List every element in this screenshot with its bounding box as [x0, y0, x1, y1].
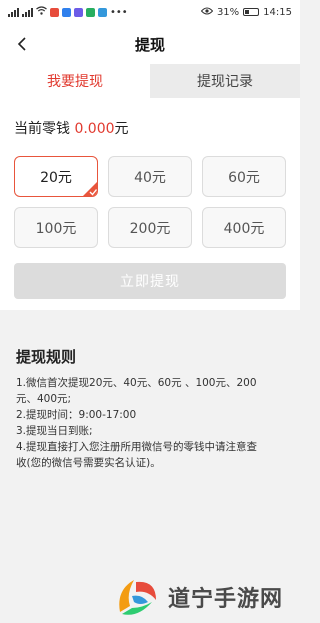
amount-label: 20元 [40, 169, 72, 186]
rule-line: 3.提现当日到账; [16, 425, 93, 437]
status-time: 14:15 [263, 6, 292, 18]
amount-option-400[interactable]: 400元 [202, 207, 286, 248]
status-right: 31% 14:15 [200, 6, 292, 18]
app-notification-icon [98, 7, 107, 17]
amount-label: 100元 [35, 220, 77, 237]
amount-option-60[interactable]: 60元 [202, 156, 286, 197]
amount-option-100[interactable]: 100元 [14, 207, 98, 248]
rule-line: 4.提现直接打入您注册所用微信号的零钱中请注意查 [16, 441, 258, 453]
tab-bar: 我要提现 提现记录 [0, 64, 300, 98]
more-dots-icon: ••• [110, 6, 128, 18]
amount-option-200[interactable]: 200元 [108, 207, 192, 248]
amount-label: 60元 [228, 169, 260, 186]
wifi-icon [36, 6, 47, 18]
balance-unit: 元 [114, 121, 129, 137]
selected-check-icon [82, 181, 97, 196]
balance-row: 当前零钱 0.000元 [14, 118, 129, 138]
amount-label: 40元 [134, 169, 166, 186]
battery-percent: 31% [216, 6, 240, 18]
rule-line: 2.提现时间：9:00-17:00 [16, 409, 137, 421]
status-left: ••• [8, 6, 128, 18]
battery-icon [243, 8, 260, 16]
rules-title: 提现规则 [16, 348, 77, 366]
amount-option-40[interactable]: 40元 [108, 156, 192, 197]
balance-label: 当前零钱 [14, 121, 70, 137]
watermark-logo-icon [112, 572, 162, 622]
signal-icon-2 [22, 7, 33, 17]
amount-label: 200元 [129, 220, 171, 237]
signal-icon [8, 7, 19, 17]
app-notification-icon [62, 7, 71, 17]
withdraw-now-button[interactable]: 立即提现 [14, 263, 286, 299]
balance-value: 0.000 [74, 121, 115, 137]
rule-line: 元、400元; [16, 393, 72, 405]
amount-option-20[interactable]: 20元 [14, 156, 98, 197]
amount-label: 400元 [223, 220, 265, 237]
app-notification-icon [74, 7, 83, 17]
app-notification-icon [86, 7, 95, 17]
tab-withdraw[interactable]: 我要提现 [0, 64, 150, 98]
rule-line: 1.微信首次提现20元、40元、60元 、100元、200 [16, 377, 257, 389]
watermark-text: 道宁手游网 [168, 587, 284, 612]
app-notification-icon [50, 7, 59, 17]
header: 提现 [0, 24, 300, 64]
back-arrow-icon[interactable] [12, 34, 32, 54]
status-bar: ••• 31% 14:15 [0, 0, 300, 24]
withdraw-panel: 当前零钱 0.000元 20元 40元 60元 100元 200元 400元 立… [0, 98, 300, 310]
watermark: 道宁手游网 [112, 572, 283, 622]
eye-icon [200, 7, 214, 18]
tab-withdraw-records[interactable]: 提现记录 [150, 64, 300, 98]
page-title: 提现 [134, 35, 165, 54]
rule-line: 收(您的微信号需要实名认证)。 [16, 457, 161, 469]
withdraw-rules: 提现规则 1.微信首次提现20元、40元、60元 、100元、200 元、400… [16, 346, 286, 471]
